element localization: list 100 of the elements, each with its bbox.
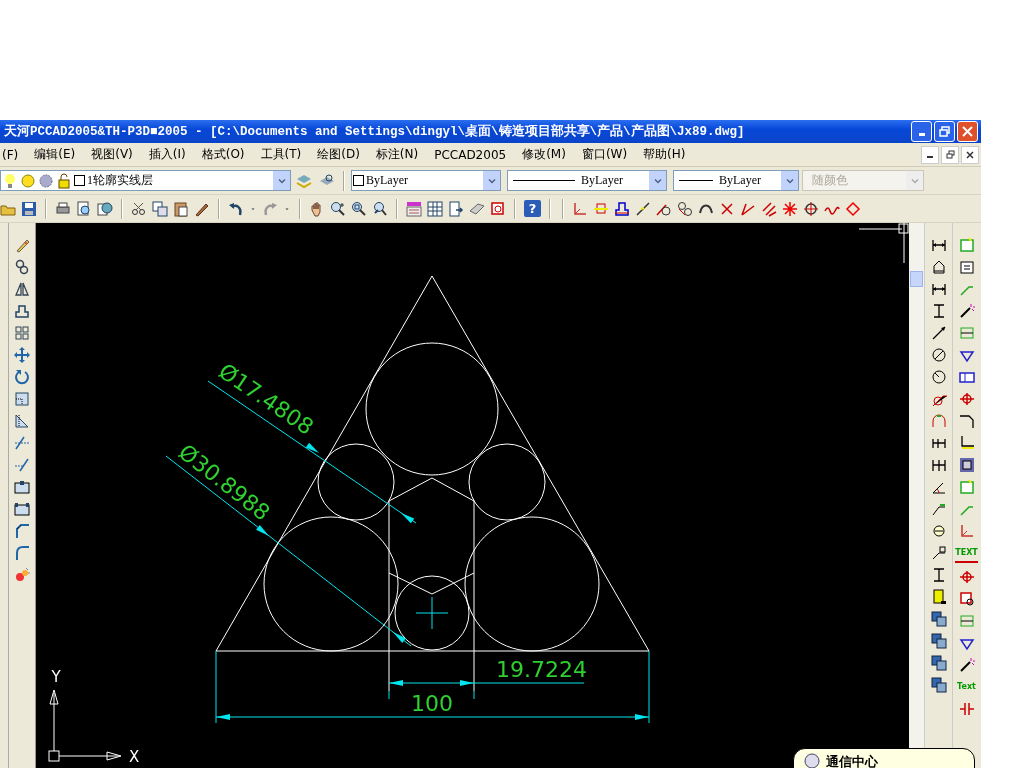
offset-shape-icon[interactable] [14, 303, 30, 319]
asterisk-icon[interactable] [782, 200, 798, 217]
zoom-window-icon[interactable] [351, 200, 367, 217]
printer-icon[interactable] [55, 200, 71, 217]
stretch-triangle-icon[interactable] [14, 413, 30, 429]
gear-icon[interactable] [38, 172, 54, 189]
stepped-outline-icon[interactable] [614, 200, 630, 217]
stacked-squares-icon[interactable] [930, 677, 947, 693]
house-dimension-icon[interactable] [930, 259, 947, 275]
color-dropdown[interactable]: ByLayer [351, 170, 501, 191]
restore-button[interactable] [934, 121, 955, 142]
divided-frame-icon[interactable] [958, 325, 975, 341]
lock-icon[interactable] [56, 172, 72, 189]
fillet-corner-icon[interactable] [14, 545, 30, 561]
minimize-button[interactable] [911, 121, 932, 142]
copy-icon[interactable] [152, 200, 168, 217]
menu-item[interactable]: 工具(T) [252, 146, 310, 163]
cross-circle-icon[interactable] [958, 391, 975, 407]
menu-item[interactable]: 帮助(H) [635, 146, 694, 163]
lineweight-dropdown[interactable]: ByLayer [673, 170, 799, 191]
diamond-icon[interactable] [845, 200, 861, 217]
close-button[interactable] [957, 121, 978, 142]
target-icon[interactable] [803, 200, 819, 217]
window-stack-icon[interactable] [958, 457, 975, 473]
bent-line-icon[interactable] [958, 413, 975, 429]
menu-item[interactable]: 修改(M) [514, 146, 574, 163]
corner-line-icon[interactable] [958, 435, 975, 451]
dotted-square-icon[interactable] [14, 391, 30, 407]
zoom-arrow-icon[interactable] [372, 200, 388, 217]
x-mark-icon[interactable] [719, 200, 735, 217]
leader-icon[interactable] [930, 501, 947, 517]
arc-mark-icon[interactable] [930, 413, 947, 429]
framed-document-icon[interactable] [958, 259, 975, 275]
scrollbar-thumb[interactable] [910, 271, 923, 287]
circle-mark-icon[interactable] [930, 523, 947, 539]
horizontal-dimension-icon[interactable] [930, 237, 947, 253]
grid-squares-icon[interactable] [14, 325, 30, 341]
properties-icon[interactable] [406, 200, 422, 217]
sheets-icon[interactable] [469, 200, 485, 217]
move-arrows-icon[interactable] [14, 347, 30, 363]
magic-wand-icon[interactable] [958, 303, 975, 319]
horizontal-dimension-icon[interactable] [930, 281, 947, 297]
zoom-plus-icon[interactable] [330, 200, 346, 217]
menu-item[interactable]: 窗口(W) [573, 146, 636, 163]
continued-dimension-icon[interactable] [930, 457, 947, 473]
stacked-squares-icon[interactable] [930, 633, 947, 649]
bulb-icon[interactable] [2, 172, 18, 189]
break-rectangle-icon[interactable] [14, 479, 30, 495]
symbol-line-icon[interactable] [930, 545, 947, 561]
document-close-button[interactable] [961, 145, 979, 164]
floppy-icon[interactable] [21, 200, 37, 217]
stacked-squares-icon[interactable] [930, 611, 947, 627]
stacked-squares-icon[interactable] [930, 655, 947, 671]
magic-wand-icon[interactable] [958, 657, 975, 673]
menu-item[interactable]: (F) [0, 147, 27, 162]
help-button[interactable]: ? [524, 200, 541, 217]
menu-item[interactable]: 标注(N) [367, 146, 427, 163]
rotate-arrow-icon[interactable] [14, 369, 30, 385]
double-circle-icon[interactable] [677, 200, 693, 217]
linked-circles-icon[interactable] [14, 259, 30, 275]
axes-icon[interactable] [958, 523, 975, 539]
info-icon[interactable] [804, 753, 820, 768]
globe-page-icon[interactable] [97, 200, 113, 217]
layer-dropdown[interactable]: 1轮廓实线层 [0, 170, 291, 191]
sun-icon[interactable] [20, 172, 36, 189]
magnifier-page-icon[interactable] [76, 200, 92, 217]
eraser-pencil-icon[interactable] [14, 237, 30, 253]
document-restore-button[interactable] [941, 145, 959, 164]
linetype-dropdown[interactable]: ByLayer [507, 170, 667, 191]
menu-item[interactable]: 视图(V) [83, 146, 141, 163]
document-stand-icon[interactable] [930, 589, 947, 605]
menu-item[interactable]: 绘图(D) [309, 146, 368, 163]
clipboard-icon[interactable] [173, 200, 189, 217]
centerline-icon[interactable] [593, 200, 609, 217]
menu-item[interactable]: 格式(O) [193, 146, 253, 163]
split-rectangle-icon[interactable] [14, 501, 30, 517]
menu-item[interactable]: PCCAD2005 [426, 147, 515, 162]
diagonal-lines-icon[interactable] [761, 200, 777, 217]
document-minimize-button[interactable] [921, 145, 939, 164]
tolerance-frame-icon[interactable] [958, 369, 975, 385]
extend-line-icon[interactable] [14, 457, 30, 473]
chamfer-corner-icon[interactable] [14, 523, 30, 539]
circle-radius-icon[interactable] [930, 369, 947, 385]
markup-cloud-icon[interactable] [490, 200, 506, 217]
cross-circle-icon[interactable] [958, 569, 975, 585]
capacitor-icon[interactable] [958, 701, 975, 717]
page-arrow-icon[interactable] [448, 200, 464, 217]
axes-icon[interactable] [572, 200, 588, 217]
grid-panel-icon[interactable] [427, 200, 443, 217]
divided-frame-icon[interactable] [958, 613, 975, 629]
explosion-icon[interactable] [14, 567, 30, 583]
restore-icon [945, 150, 955, 159]
aligned-dimension-icon[interactable] [930, 325, 947, 341]
menu-item[interactable]: 编辑(E) [26, 146, 84, 163]
trim-line-icon[interactable] [14, 435, 30, 451]
menu-item[interactable]: 插入(I) [140, 146, 194, 163]
scissors-icon[interactable] [131, 200, 147, 217]
mirror-triangles-icon[interactable] [14, 281, 30, 297]
slash-lines-icon[interactable] [635, 200, 651, 217]
undo-arrow-icon[interactable] [228, 200, 244, 217]
